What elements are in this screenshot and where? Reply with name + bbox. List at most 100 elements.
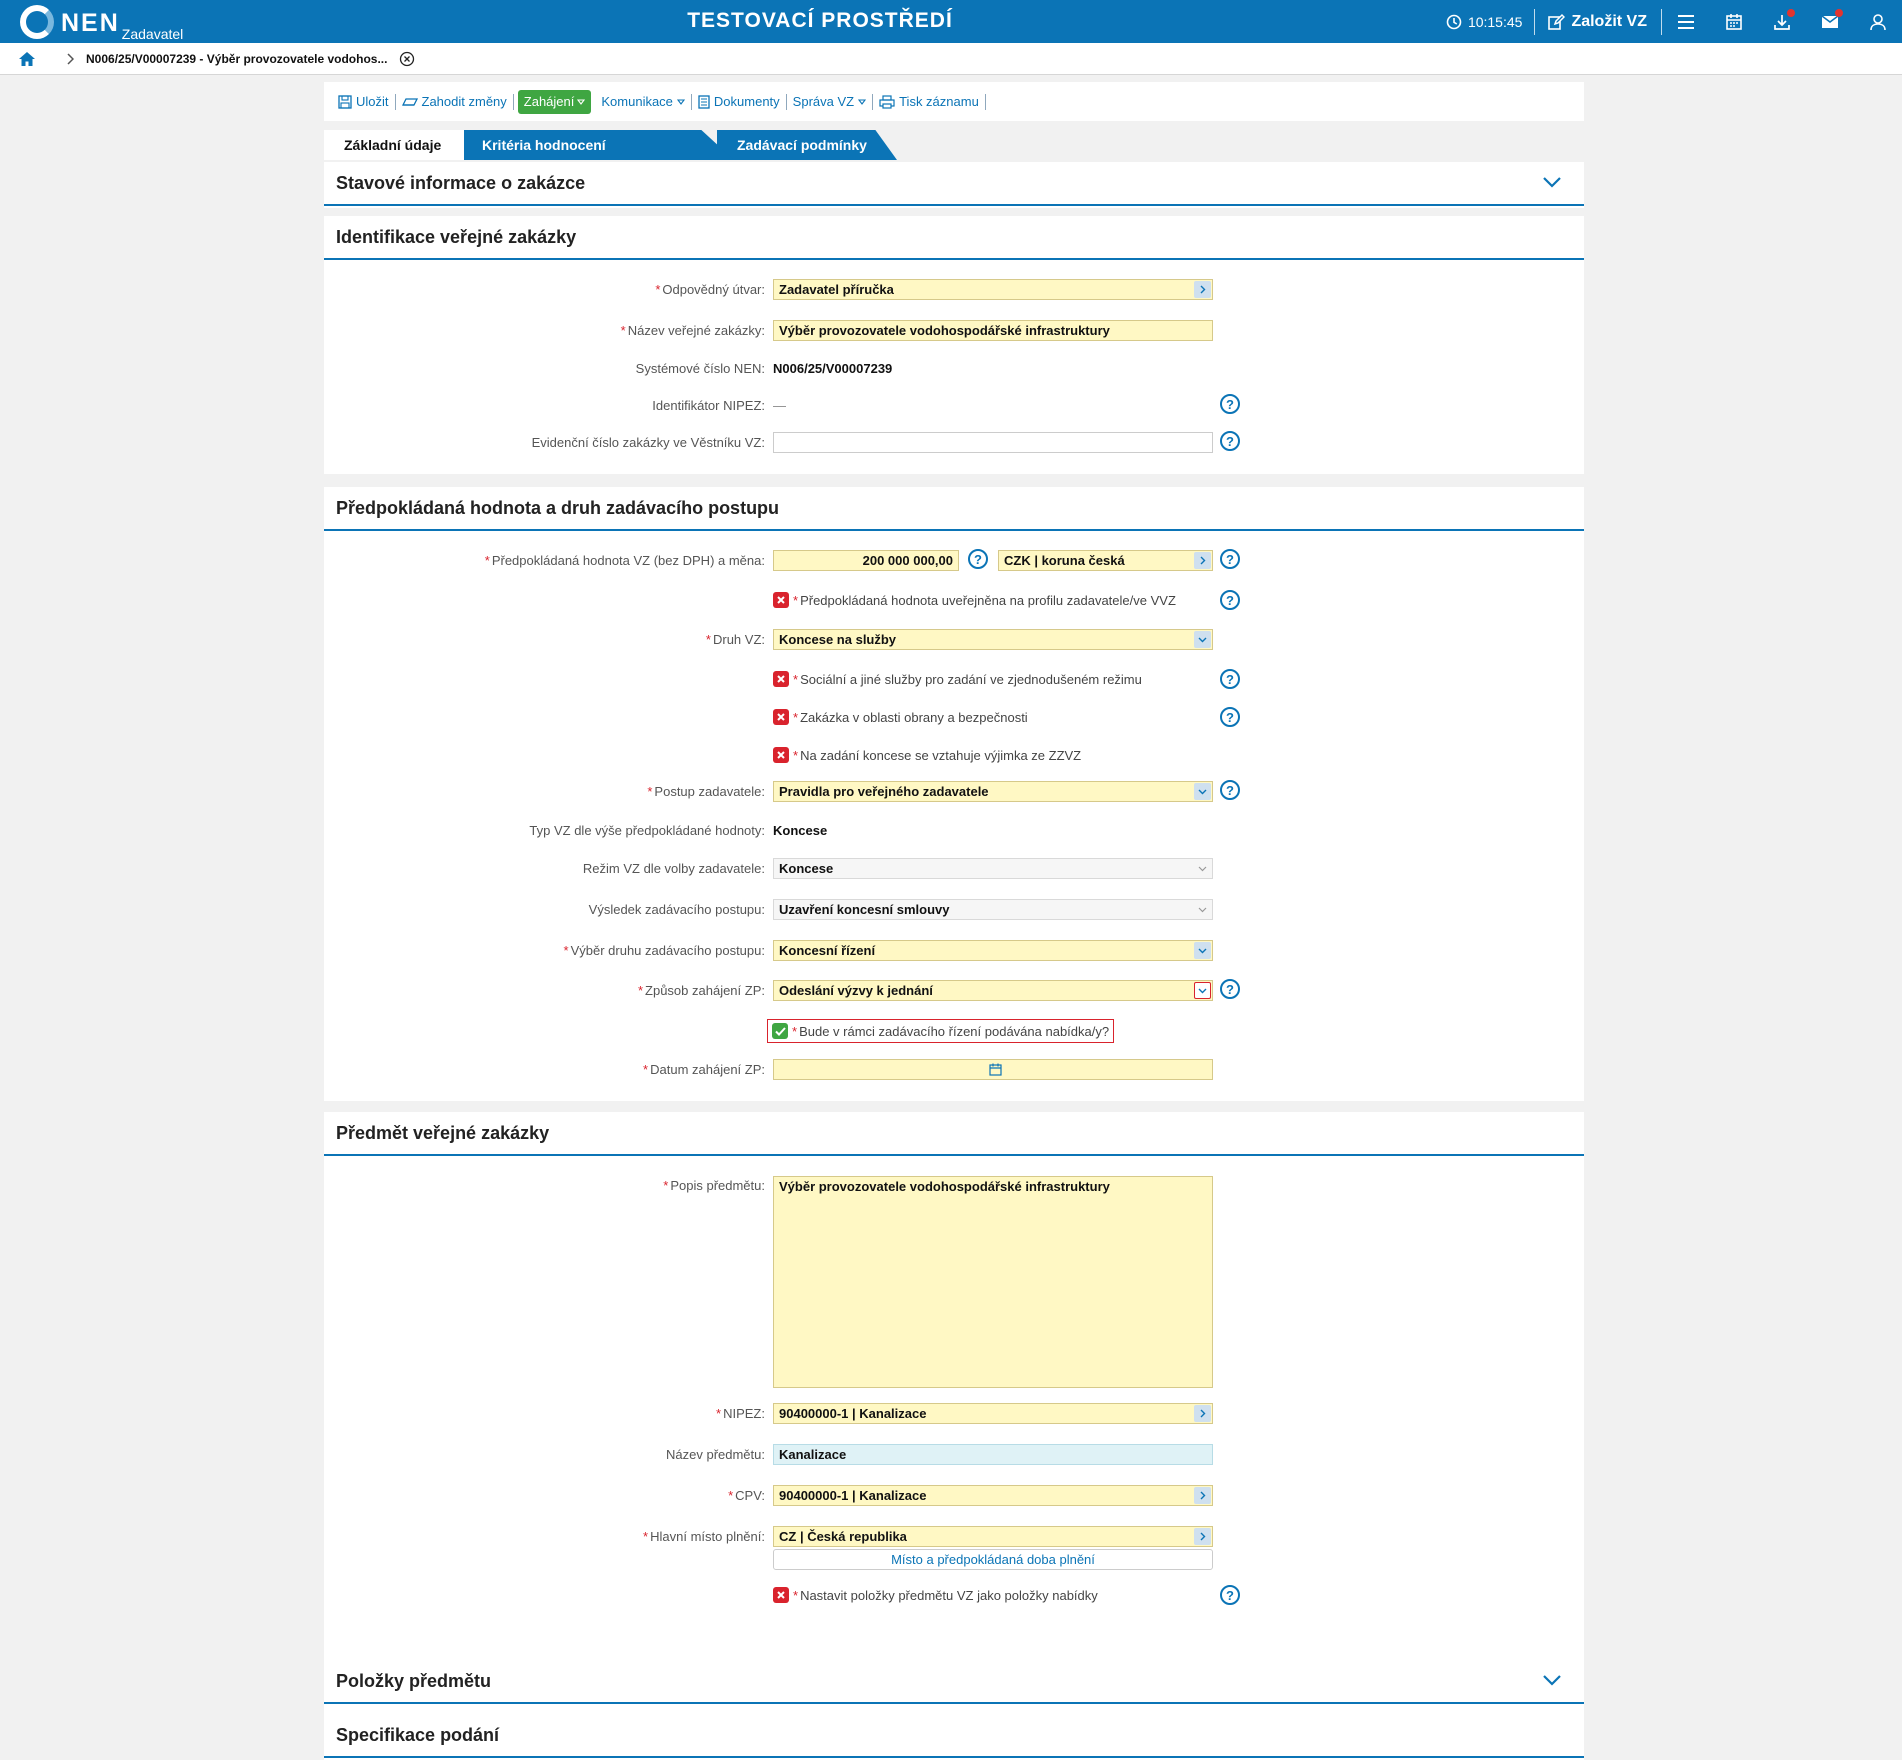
messages-button[interactable] [1806, 0, 1854, 43]
logo-text: NEN [61, 9, 120, 37]
documents-button[interactable]: Dokumenty [692, 90, 786, 114]
contract-kind-select[interactable]: Koncese na služby [773, 629, 1213, 650]
field-label: * Datum zahájení ZP: [643, 1062, 765, 1077]
clock-icon [1446, 14, 1462, 29]
chevron-down-icon[interactable] [1194, 860, 1211, 877]
place-and-duration-button[interactable]: Místo a předpokládaná doba plnění [773, 1549, 1213, 1570]
calendar-icon[interactable] [989, 1063, 1002, 1076]
section-header: Identifikace veřejné zakázky [324, 216, 1584, 260]
select-chevron-right-icon[interactable] [1194, 1528, 1211, 1545]
defense-security-checkbox[interactable]: * Zakázka v oblasti obrany a bezpečnosti [773, 709, 1028, 725]
triangle-down-icon [858, 98, 867, 105]
subject-name-input[interactable]: Kanalizace [773, 1444, 1213, 1465]
items-as-offer-checkbox[interactable]: * Nastavit položky předmětu VZ jako polož… [773, 1587, 1098, 1603]
create-vz-button[interactable]: Založit VZ [1535, 13, 1661, 31]
help-icon[interactable]: ? [1220, 549, 1240, 569]
help-icon[interactable]: ? [1220, 394, 1240, 414]
contract-type-value: Koncese [773, 823, 828, 838]
tab-label: Základní údaje [344, 137, 442, 153]
help-icon[interactable]: ? [1220, 1585, 1240, 1605]
help-icon[interactable]: ? [1220, 669, 1240, 689]
value-published-checkbox[interactable]: * Předpokládaná hodnota uveřejněna na pro… [773, 592, 1176, 608]
cpv-code-field[interactable]: 90400000-1 | Kanalizace [773, 1485, 1213, 1506]
chevron-down-icon[interactable] [1194, 631, 1211, 648]
manage-vz-label: Správa VZ [792, 94, 855, 109]
section-header[interactable]: Stavové informace o zakázce [324, 162, 1584, 206]
select-chevron-right-icon[interactable] [1194, 281, 1211, 298]
chevron-down-icon[interactable] [1542, 1674, 1562, 1686]
value-procedure-section: Předpokládaná hodnota a druh zadávacího … [324, 487, 1584, 1101]
help-icon[interactable]: ? [1220, 590, 1240, 610]
field-label: * Název veřejné zakázky: [620, 323, 765, 338]
breadcrumb: N006/25/V00007239 - Výběr provozovatele … [0, 43, 1902, 75]
contract-name-input[interactable]: Výběr provozovatele vodohospodářské infr… [773, 320, 1213, 341]
start-method-select[interactable]: Odeslání výzvy k jednání [773, 980, 1213, 1001]
chevron-down-icon[interactable] [1194, 982, 1211, 999]
save-label: Uložit [356, 94, 389, 109]
checked-icon [772, 1023, 788, 1039]
subject-description-textarea[interactable] [773, 1176, 1213, 1388]
section-title: Identifikace veřejné zakázky [336, 226, 577, 247]
help-icon[interactable]: ? [1220, 707, 1240, 727]
chevron-down-icon[interactable] [1194, 783, 1211, 800]
procedure-select[interactable]: Pravidla pro veřejného zadavatele [773, 781, 1213, 802]
start-dropdown-button[interactable]: Zahájení [517, 89, 592, 114]
tab-label: Kritéria hodnocení [482, 137, 606, 153]
section-header[interactable]: Specifikace podání [324, 1714, 1584, 1758]
section-title: Stavové informace o zakázce [336, 172, 586, 193]
offers-submitted-checkbox[interactable]: * Bude v rámci zadávacího řízení podávána… [767, 1019, 1115, 1043]
journal-number-input[interactable] [773, 432, 1213, 453]
create-vz-label: Založit VZ [1571, 12, 1647, 30]
section-header: Předpokládaná hodnota a druh zadávacího … [324, 487, 1584, 531]
tab-evaluation-criteria[interactable]: Kritéria hodnocení [462, 130, 734, 160]
manage-vz-dropdown-button[interactable]: Správa VZ [787, 90, 872, 114]
tab-award-conditions[interactable]: Zadávací podmínky [717, 130, 897, 160]
subject-section: Předmět veřejné zakázky * Popis předmětu:… [324, 1112, 1584, 1552]
menu-button[interactable] [1662, 0, 1710, 43]
select-chevron-right-icon[interactable] [1194, 552, 1211, 569]
subject-items-section: Položky předmětu [324, 1660, 1584, 1706]
discard-changes-button[interactable]: Zahodit změny [396, 90, 513, 114]
field-label: * Druh VZ: [705, 632, 765, 647]
chevron-down-icon[interactable] [1542, 176, 1562, 188]
calendar-icon [1726, 13, 1742, 30]
regime-select[interactable]: Koncese [773, 858, 1213, 879]
unchecked-x-icon [773, 747, 789, 763]
downloads-button[interactable] [1758, 0, 1806, 43]
tab-basic-info[interactable]: Základní údaje [324, 130, 464, 160]
nipez-code-field[interactable]: 90400000-1 | Kanalizace [773, 1403, 1213, 1424]
social-services-checkbox[interactable]: * Sociální a jiné služby pro zadání ve zj… [773, 671, 1142, 687]
nipez-identifier-value: — [773, 398, 786, 413]
chevron-down-icon[interactable] [1194, 901, 1211, 918]
select-chevron-right-icon[interactable] [1194, 1405, 1211, 1422]
estimated-value-input[interactable]: 200 000 000,00 [773, 550, 959, 571]
save-button[interactable]: Uložit [332, 90, 395, 114]
procedure-result-select[interactable]: Uzavření koncesní smlouvy [773, 899, 1213, 920]
responsible-unit-field[interactable]: Zadavatel příručka [773, 279, 1213, 300]
help-icon[interactable]: ? [1220, 431, 1240, 451]
user-button[interactable] [1854, 0, 1902, 43]
help-icon[interactable]: ? [1220, 780, 1240, 800]
procedure-kind-select[interactable]: Koncesní řízení [773, 940, 1213, 961]
place-of-performance-field[interactable]: CZ | Česká republika [773, 1526, 1213, 1547]
breadcrumb-title[interactable]: N006/25/V00007239 - Výběr provozovatele … [86, 52, 387, 66]
undo-icon [401, 97, 418, 106]
section-title: Předpokládaná hodnota a druh zadávacího … [336, 497, 780, 518]
section-header[interactable]: Položky předmětu [324, 1660, 1584, 1704]
calendar-button[interactable] [1710, 0, 1758, 43]
print-record-button[interactable]: Tisk záznamu [873, 90, 985, 114]
zzvz-exception-checkbox[interactable]: * Na zadání koncese se vztahuje výjimka z… [773, 747, 1081, 763]
help-icon[interactable]: ? [968, 549, 988, 569]
home-icon[interactable] [18, 51, 36, 67]
chevron-down-icon[interactable] [1194, 942, 1211, 959]
help-icon[interactable]: ? [1220, 979, 1240, 999]
currency-field[interactable]: CZK | koruna česká [998, 550, 1213, 571]
user-icon [1870, 13, 1886, 30]
field-label: * Předpokládaná hodnota VZ (bez DPH) a mě… [484, 553, 765, 568]
close-icon[interactable] [399, 51, 415, 67]
nen-logo[interactable]: NEN Zadavatel [20, 4, 183, 42]
select-chevron-right-icon[interactable] [1194, 1487, 1211, 1504]
chevron-right-icon [67, 52, 74, 65]
start-date-input[interactable] [773, 1059, 1213, 1080]
communication-dropdown-button[interactable]: Komunikace [595, 90, 691, 114]
